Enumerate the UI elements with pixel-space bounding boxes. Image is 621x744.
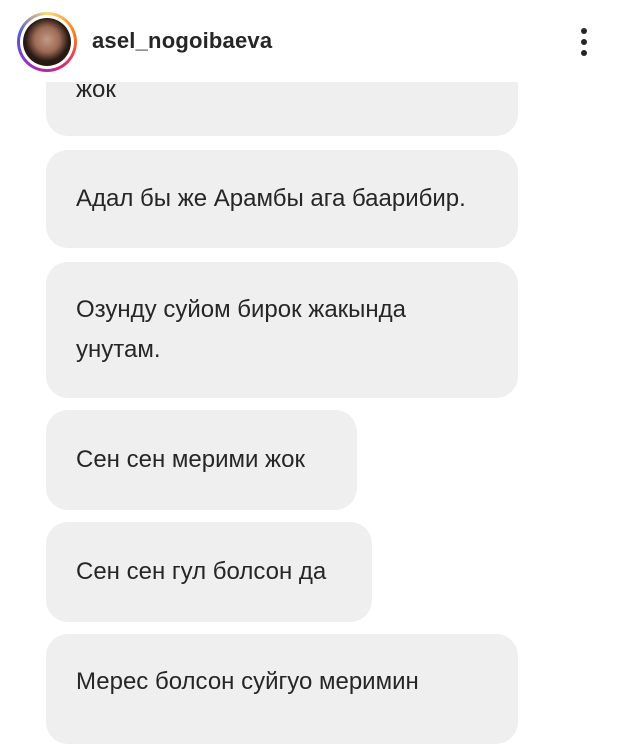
message-bubble[interactable]: Мерес болсон суйгуо меримин [46, 634, 518, 744]
message-bubble[interactable]: Сен сен гул болсон да [46, 522, 372, 622]
message-text: Озунду суйом бирок жакында унутам. [76, 296, 407, 363]
more-vertical-icon[interactable] [568, 22, 600, 62]
post-header: asel_nogoibaeva [0, 0, 621, 82]
message-bubble[interactable]: Адал бы же Арамбы ага баарибир. [46, 150, 518, 248]
avatar-image [20, 15, 74, 69]
dot [581, 39, 587, 45]
message-text: Адал бы же Арамбы ага баарибир. [76, 185, 466, 212]
message-text: Сен сен гул болсон да [76, 558, 327, 585]
message-text: Мерес болсон суйгуо меримин [76, 668, 419, 695]
message-text: Сен сен мерими жок [76, 446, 305, 473]
dot [581, 28, 587, 34]
avatar[interactable] [17, 12, 77, 72]
message-bubble[interactable]: Озунду суйом бирок жакында унутам. [46, 262, 518, 398]
avatar-photo [23, 18, 71, 66]
dot [581, 50, 587, 56]
username-link[interactable]: asel_nogoibaeva [92, 28, 272, 54]
message-bubble[interactable]: Сен сен мерими жок [46, 410, 357, 510]
